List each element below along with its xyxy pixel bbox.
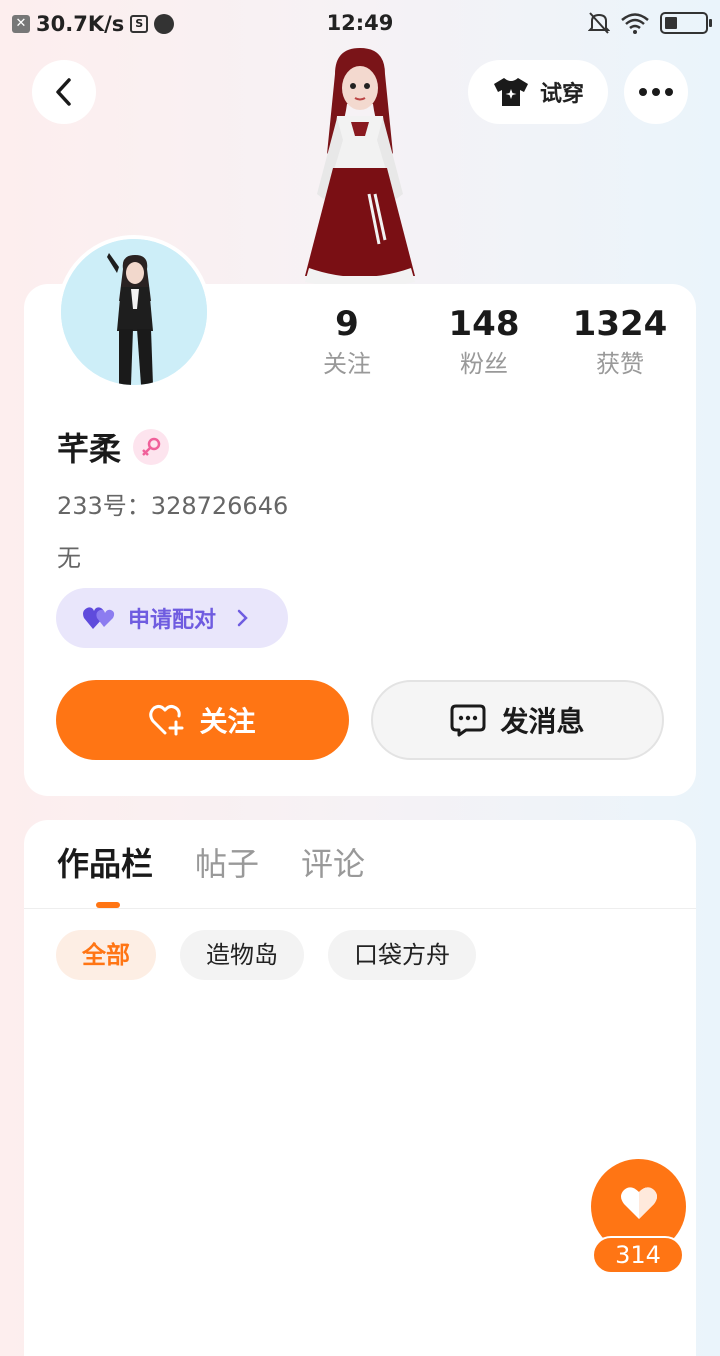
send-message-label: 发消息 (500, 705, 585, 738)
followers-count: 148 (448, 304, 520, 344)
stat-likes[interactable]: 1324 获赞 (550, 302, 690, 380)
filter-chips: 全部 造物岛 口袋方舟 (56, 930, 476, 980)
female-gender-icon (133, 429, 170, 465)
chevron-left-icon (56, 78, 71, 106)
request-pair-button[interactable]: 申请配对 (56, 588, 288, 648)
likes-label: 获赞 (596, 350, 644, 378)
following-label: 关注 (323, 350, 371, 378)
name-row: 芊柔 (57, 424, 170, 470)
more-button[interactable] (624, 60, 688, 124)
more-dots-icon (639, 88, 673, 96)
tshirt-icon (493, 78, 528, 106)
chip-pocket-ark[interactable]: 口袋方舟 (328, 930, 476, 980)
request-pair-label: 申请配对 (128, 608, 217, 633)
hearts-icon (83, 607, 115, 629)
heart-icon (620, 1186, 657, 1219)
user-id: 233号：328726646 (57, 492, 289, 520)
try-on-label: 试穿 (539, 82, 584, 107)
send-message-button[interactable]: 发消息 (371, 680, 664, 760)
like-count: 314 (592, 1236, 684, 1274)
content-tabs: 作品栏 帖子 评论 (57, 840, 365, 888)
avatar-3d-figure (305, 48, 415, 288)
user-name: 芊柔 (57, 430, 122, 468)
chat-bubble-icon (450, 704, 486, 737)
battery-icon (660, 12, 712, 34)
follow-label: 关注 (199, 705, 256, 738)
tab-posts[interactable]: 帖子 (195, 840, 259, 888)
chevron-right-icon (237, 609, 248, 627)
chip-all[interactable]: 全部 (56, 930, 156, 980)
followers-label: 粉丝 (460, 350, 508, 378)
tabs-divider (24, 908, 696, 909)
mute-bell-icon (588, 12, 610, 34)
chip-creation-island[interactable]: 造物岛 (180, 930, 304, 980)
following-count: 9 (335, 304, 359, 344)
wifi-icon (621, 13, 649, 34)
follow-button[interactable]: 关注 (56, 680, 349, 760)
status-bar: ✕ 30.7K/s S 12:49 (0, 0, 720, 48)
avatar-image (61, 239, 207, 385)
tab-comments[interactable]: 评论 (301, 840, 365, 888)
likes-count: 1324 (572, 304, 668, 344)
heart-plus-icon (149, 704, 184, 736)
stat-followers[interactable]: 148 粉丝 (414, 302, 554, 380)
avatar[interactable] (57, 235, 211, 389)
tab-works[interactable]: 作品栏 (57, 840, 153, 888)
user-bio: 无 (57, 544, 81, 572)
content-card (24, 820, 696, 1356)
stat-following[interactable]: 9 关注 (277, 302, 417, 380)
back-button[interactable] (32, 60, 96, 124)
try-on-button[interactable]: 试穿 (468, 60, 608, 124)
